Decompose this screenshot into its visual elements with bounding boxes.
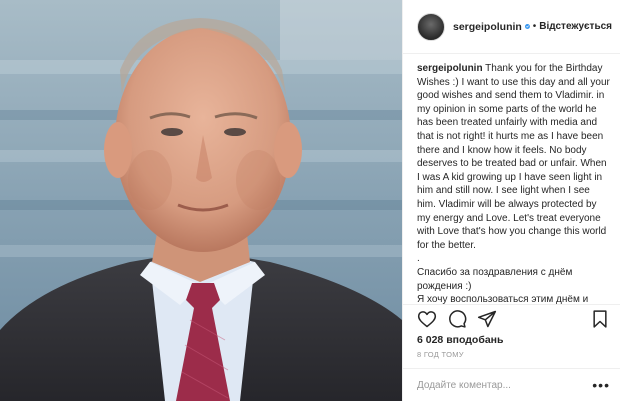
- post-side-panel: sergeipolunin • Відстежується sergeipolu…: [402, 0, 620, 401]
- header-separator: •: [532, 21, 537, 32]
- avatar[interactable]: [417, 12, 445, 41]
- more-options-icon[interactable]: •••: [592, 378, 610, 392]
- caption-text: Thank you for the Birthday Wishes :) I w…: [417, 63, 610, 251]
- bookmark-icon[interactable]: [590, 309, 610, 329]
- portrait-image: [0, 0, 402, 401]
- likes-count[interactable]: 6 028 вподобань: [403, 332, 620, 348]
- share-icon[interactable]: [477, 309, 497, 329]
- following-button[interactable]: Відстежується: [539, 21, 612, 32]
- comment-bar: •••: [403, 368, 620, 401]
- caption-ru-line2: Я хочу воспользоваться этим днём и напра…: [417, 294, 589, 304]
- post-time-ago: 8 ГОД ТОМУ: [417, 350, 464, 359]
- caption-spacer: .: [417, 253, 420, 265]
- verified-badge-icon: [524, 24, 530, 29]
- post-header: sergeipolunin • Відстежується: [403, 0, 620, 54]
- instagram-post: sergeipolunin • Відстежується sergeipolu…: [0, 0, 620, 401]
- comment-icon[interactable]: [447, 309, 467, 329]
- heart-icon[interactable]: [417, 309, 437, 329]
- caption-ru-line1: Спасибо за поздравления с днём рождения …: [417, 266, 573, 292]
- caption-username[interactable]: sergeipolunin: [417, 63, 483, 74]
- header-username[interactable]: sergeipolunin: [453, 21, 522, 33]
- post-photo[interactable]: [0, 0, 402, 401]
- comment-input[interactable]: [417, 379, 593, 391]
- post-actions: [403, 304, 620, 332]
- post-caption: sergeipolunin Thank you for the Birthday…: [403, 54, 620, 304]
